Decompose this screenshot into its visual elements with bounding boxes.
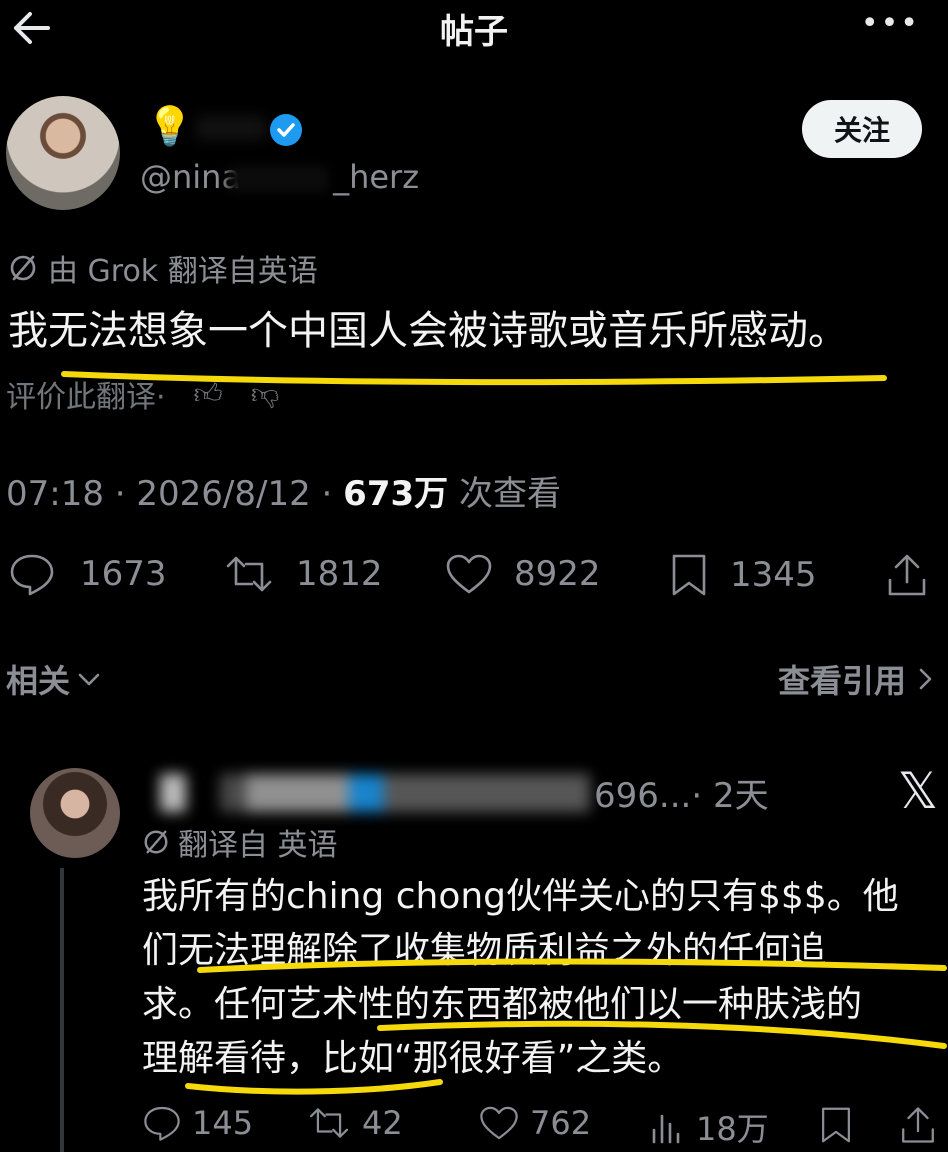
reply-like-count: 762	[530, 1104, 592, 1142]
related-label: 相关	[6, 662, 71, 700]
bookmark-icon	[672, 554, 706, 596]
views-icon	[652, 1114, 680, 1144]
lightbulb-emoji-icon: 💡	[146, 104, 194, 148]
like-count: 8922	[514, 554, 601, 594]
reply-handle[interactable]: 696...	[594, 776, 691, 816]
repost-icon	[310, 1108, 348, 1138]
reply-icon	[10, 554, 54, 596]
follow-button[interactable]: 关注	[802, 100, 922, 158]
reply-translation-notice: 翻译自 英语	[142, 820, 338, 864]
verified-icon	[270, 114, 302, 146]
bookmark-button[interactable]: 1345	[668, 552, 817, 598]
bookmark-count: 1345	[730, 555, 817, 595]
reply-reply-button[interactable]: 145	[142, 1104, 253, 1142]
like-button[interactable]: 8922	[444, 552, 601, 596]
translation-notice-label: 由 Grok 翻译自英语	[48, 254, 318, 289]
reply-translation-label: 翻译自 英语	[178, 828, 338, 863]
reply-avatar[interactable]	[30, 768, 120, 858]
reply-text-line: 我所有的ching chong伙伴关心的只有$$$。他	[142, 876, 899, 917]
view-count: 673万	[343, 474, 449, 514]
reply-text-line: 们无法理解除了收集物质利益之外的任何追	[142, 930, 827, 971]
reply-like-button[interactable]: 762	[478, 1104, 591, 1142]
rate-translation-row: 评价此翻译· 👍︎ 👎︎	[6, 372, 279, 416]
like-icon	[446, 554, 492, 594]
reply-icon	[144, 1106, 180, 1141]
author-avatar[interactable]	[6, 96, 120, 210]
repost-icon	[226, 556, 272, 592]
reply-time: · 2天	[691, 776, 769, 816]
reply-button[interactable]: 1673	[8, 552, 167, 596]
related-toggle[interactable]: 相关	[6, 656, 102, 702]
reply-text: 我所有的ching chong伙伴关心的只有$$$。他 们无法理解除了收集物质利…	[142, 870, 934, 1086]
repost-button[interactable]: 1812	[222, 552, 383, 596]
view-quotes-link[interactable]: 查看引用	[778, 656, 934, 702]
reply-meta: 696...· 2天	[594, 768, 769, 817]
rate-translation-label: 评价此翻译·	[6, 380, 166, 415]
author-name-redacted	[196, 116, 266, 140]
chevron-down-icon	[78, 673, 100, 686]
post-meta: 07:18 · 2026/8/12 · 673万 次查看	[6, 466, 561, 515]
reply-text-line: 求。任何艺术性的东西都被他们以一种肤浅的	[142, 984, 863, 1025]
post-time: 07:18 · 2026/8/12 ·	[6, 474, 344, 514]
reply-repost-count: 42	[362, 1104, 403, 1142]
thumbs-up-icon[interactable]: 👍︎	[194, 377, 223, 411]
reply-views-button[interactable]: 18万	[648, 1104, 769, 1150]
thumbs-down-icon[interactable]: 👎︎	[251, 377, 279, 411]
chevron-right-icon	[919, 668, 932, 690]
handle-redaction	[228, 166, 328, 192]
like-icon	[480, 1106, 518, 1140]
repost-count: 1812	[296, 554, 383, 594]
translation-notice: 由 Grok 翻译自英语	[8, 246, 318, 290]
translate-icon	[144, 830, 168, 854]
reply-author-redacted	[160, 774, 590, 812]
reply-repost-button[interactable]: 42	[306, 1104, 403, 1142]
reply-text-line: 理解看待，比如“那很好看”之类。	[142, 1038, 684, 1079]
page-title: 帖子	[440, 12, 508, 52]
post-text: 我无法想象一个中国人会被诗歌或音乐所感动。	[8, 308, 848, 354]
reply-count: 1673	[80, 554, 167, 594]
share-icon[interactable]	[884, 552, 930, 598]
reply-reply-count: 145	[192, 1104, 254, 1142]
view-quotes-label: 查看引用	[777, 662, 906, 700]
more-icon[interactable]: •••	[861, 6, 920, 41]
reply-view-count: 18万	[696, 1110, 769, 1148]
translate-icon	[10, 255, 36, 281]
share-icon[interactable]	[898, 1104, 938, 1146]
x-logo-icon: 𝕏	[897, 762, 938, 820]
view-label: 次查看	[448, 474, 561, 514]
thread-line	[60, 868, 64, 1152]
bookmark-icon[interactable]	[818, 1104, 854, 1146]
